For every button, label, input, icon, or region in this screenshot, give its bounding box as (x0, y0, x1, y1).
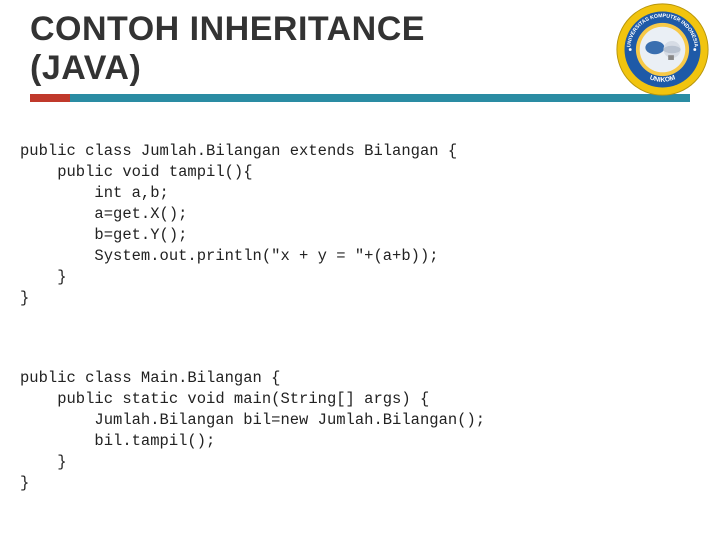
code-block-1: public class Jumlah.Bilangan extends Bil… (20, 141, 700, 308)
slide-title: CONTOH INHERITANCE (JAVA) (30, 10, 690, 88)
accent-teal (70, 94, 690, 102)
code-area: public class Jumlah.Bilangan extends Bil… (0, 102, 720, 515)
university-logo: UNIVERSITAS KOMPUTER INDONESIA UNIKOM (615, 2, 710, 97)
code-block-2: public class Main.Bilangan { public stat… (20, 368, 700, 494)
title-line1: CONTOH INHERITANCE (30, 10, 425, 48)
code-gap (20, 329, 700, 347)
accent-bar (30, 94, 690, 102)
slide-header: CONTOH INHERITANCE (JAVA) UNIVERSITAS KO… (0, 0, 720, 102)
accent-red (30, 94, 70, 102)
title-line2: (JAVA) (30, 49, 141, 87)
